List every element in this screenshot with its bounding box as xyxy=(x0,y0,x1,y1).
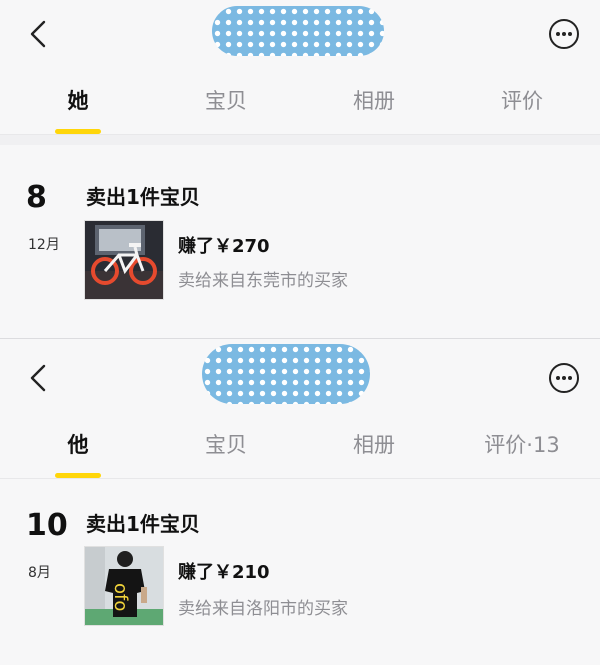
record-title: 卖出1件宝贝 xyxy=(86,512,200,536)
redacted-username xyxy=(212,6,384,56)
active-tab-indicator xyxy=(55,473,101,478)
buyer-location: 卖给来自东莞市的买家 xyxy=(178,271,348,291)
earned-amount: 赚了￥210 xyxy=(178,562,270,583)
person-shirt-photo: ofo xyxy=(85,547,163,625)
nav-bar xyxy=(0,0,600,68)
tab-album[interactable]: 相册 xyxy=(314,412,434,478)
buyer-location: 卖给来自洛阳市的买家 xyxy=(178,599,348,619)
more-button[interactable] xyxy=(548,18,580,50)
tab-her[interactable]: 她 xyxy=(18,68,138,134)
record-month: 12月 xyxy=(28,237,60,253)
tab-label: 评价 xyxy=(501,89,543,113)
tab-label: 她 xyxy=(67,89,89,113)
bike-photo xyxy=(85,221,163,299)
tab-album[interactable]: 相册 xyxy=(314,68,434,134)
tab-him[interactable]: 他 xyxy=(18,412,138,478)
nav-bar xyxy=(0,340,600,408)
tab-bar: 他 宝贝 相册 评价·13 xyxy=(0,412,600,479)
tab-label: 评价·13 xyxy=(484,433,560,457)
svg-text:ofo: ofo xyxy=(110,583,131,611)
redacted-username xyxy=(202,344,370,404)
tab-bar: 她 宝贝 相册 评价 xyxy=(0,68,600,135)
screenshot-divider xyxy=(0,338,600,339)
tab-label: 他 xyxy=(67,433,89,457)
tab-items[interactable]: 宝贝 xyxy=(166,68,286,134)
back-button[interactable] xyxy=(24,18,56,50)
tab-label: 相册 xyxy=(353,89,395,113)
tab-label: 宝贝 xyxy=(205,89,247,113)
record-day: 8 xyxy=(26,180,47,215)
chevron-left-icon xyxy=(30,20,46,48)
section-separator xyxy=(0,135,600,145)
record-title: 卖出1件宝贝 xyxy=(86,185,200,209)
more-dots-icon xyxy=(549,19,579,49)
more-button[interactable] xyxy=(548,362,580,394)
tab-label: 相册 xyxy=(353,433,395,457)
tab-reviews[interactable]: 评价 xyxy=(462,68,582,134)
record-day: 10 xyxy=(26,508,68,543)
tab-label: 宝贝 xyxy=(205,433,247,457)
tab-reviews[interactable]: 评价·13 xyxy=(462,412,582,478)
back-button[interactable] xyxy=(24,362,56,394)
profile-panel-2: 他 宝贝 相册 评价·13 10 8月 卖出1件宝贝 ofo 赚了￥210 卖给… xyxy=(0,340,600,665)
earned-amount: 赚了￥270 xyxy=(178,236,270,257)
item-thumbnail-bike[interactable] xyxy=(84,220,164,300)
active-tab-indicator xyxy=(55,129,101,134)
profile-panel-1: 她 宝贝 相册 评价 8 12月 卖出1件宝贝 赚了￥270 卖给来自东莞市的买… xyxy=(0,0,600,340)
item-thumbnail-shirt[interactable]: ofo xyxy=(84,546,164,626)
chevron-left-icon xyxy=(30,364,46,392)
record-month: 8月 xyxy=(28,565,51,581)
more-dots-icon xyxy=(549,363,579,393)
tab-items[interactable]: 宝贝 xyxy=(166,412,286,478)
